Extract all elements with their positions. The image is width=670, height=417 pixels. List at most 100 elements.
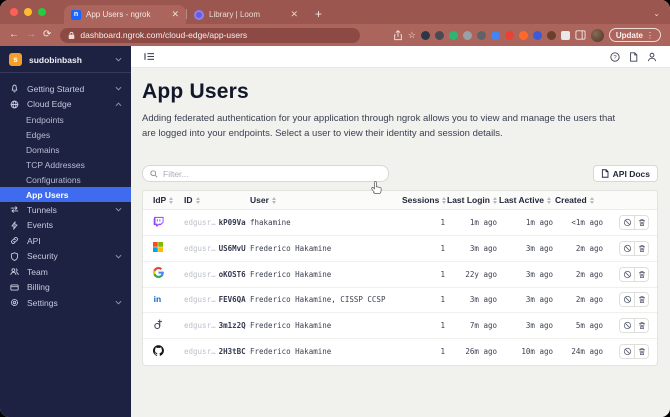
side-panel-icon[interactable] <box>575 30 586 40</box>
sidebar-item-team[interactable]: Team <box>0 264 131 280</box>
sort-icon[interactable] <box>547 196 552 204</box>
column-header-idp[interactable]: IdP <box>153 195 184 205</box>
tab-close-icon[interactable]: ✕ <box>171 10 179 19</box>
extension-icon[interactable] <box>560 30 570 40</box>
last-login-cell: 3m ago <box>469 295 497 305</box>
api-docs-button[interactable]: API Docs <box>592 165 658 183</box>
tab-app-users[interactable]: n App Users - ngrok ✕ <box>64 5 186 24</box>
user-icon[interactable] <box>647 52 657 62</box>
last-active-cell: 1m ago <box>525 218 553 228</box>
filter-input[interactable] <box>163 168 381 179</box>
tab-close-icon[interactable]: ✕ <box>290 10 298 19</box>
new-tab-button[interactable]: + <box>305 7 332 24</box>
extension-icon[interactable] <box>434 30 444 40</box>
sidebar-item-edges[interactable]: Edges <box>0 127 131 142</box>
id-suffix: FEV6QA <box>218 295 246 305</box>
bookmark-star-icon[interactable]: ☆ <box>408 30 416 40</box>
column-header-sessions[interactable]: Sessions <box>402 195 447 205</box>
sort-icon[interactable] <box>492 196 497 204</box>
tab-loom[interactable]: Library | Loom ✕ <box>187 5 305 24</box>
sidebar-item-security[interactable]: Security <box>0 249 131 265</box>
sort-icon[interactable] <box>169 196 174 204</box>
update-label: Update <box>615 30 643 40</box>
delete-user-button[interactable] <box>634 345 648 359</box>
extension-icon[interactable] <box>546 30 556 40</box>
extension-icon[interactable] <box>518 30 528 40</box>
last-active-cell: 3m ago <box>525 269 553 279</box>
sidebar-item-getting-started[interactable]: Getting Started <box>0 81 131 97</box>
extension-icon[interactable] <box>490 30 500 40</box>
extension-icon[interactable] <box>420 30 430 40</box>
sort-icon[interactable] <box>442 196 447 204</box>
reload-icon[interactable]: ⟳ <box>43 30 51 40</box>
sidebar-item-billing[interactable]: Billing <box>0 280 131 296</box>
sort-icon[interactable] <box>271 196 276 204</box>
sort-icon[interactable] <box>589 196 594 204</box>
sort-icon[interactable] <box>195 196 200 204</box>
block-user-button[interactable] <box>620 345 634 359</box>
delete-user-button[interactable] <box>634 241 648 255</box>
block-user-button[interactable] <box>620 216 634 230</box>
page-description: Adding federated authentication for your… <box>142 113 616 139</box>
user-id-cell: edgusr… 3m1z2Q <box>184 321 250 330</box>
document-icon <box>601 169 609 179</box>
column-header-user[interactable]: User <box>250 195 402 205</box>
close-window-button[interactable] <box>10 8 18 16</box>
column-header-last-login[interactable]: Last Login <box>447 195 499 205</box>
extension-icon[interactable] <box>532 30 542 40</box>
table-row[interactable]: edgusr… 3m1z2Q Frederico Hakamine 1 7m ago 3m… <box>143 313 657 339</box>
column-header-id[interactable]: ID <box>184 195 250 205</box>
minimize-window-button[interactable] <box>24 8 32 16</box>
support-icon[interactable]: ? <box>610 51 620 62</box>
extension-icon[interactable] <box>504 30 514 40</box>
extension-icon[interactable] <box>476 30 486 40</box>
delete-user-button[interactable] <box>634 216 648 230</box>
sidebar-item-cloud-edge[interactable]: Cloud Edge <box>0 97 131 113</box>
block-user-button[interactable] <box>620 267 634 281</box>
sidebar-item-events[interactable]: Events <box>0 218 131 234</box>
sidebar-item-tcp-addresses[interactable]: TCP Addresses <box>0 157 131 172</box>
column-label: IdP <box>153 195 167 206</box>
forward-icon[interactable]: → <box>26 30 36 40</box>
sidebar-item-settings[interactable]: Settings <box>0 295 131 311</box>
extension-icon[interactable] <box>448 30 458 40</box>
browser-menu-icon[interactable]: ⋮ <box>646 31 654 40</box>
sidebar-item-endpoints[interactable]: Endpoints <box>0 112 131 127</box>
sidebar-toggle-icon[interactable] <box>144 52 155 61</box>
column-header-last-active[interactable]: Last Active <box>499 195 555 205</box>
filter-box[interactable] <box>142 165 389 183</box>
ngrok-favicon: n <box>71 9 81 20</box>
account-switcher[interactable]: s sudobinbash <box>0 46 131 72</box>
block-user-button[interactable] <box>620 241 634 255</box>
sidebar-item-app-users[interactable]: App Users <box>0 187 131 202</box>
share-icon[interactable] <box>393 29 403 41</box>
back-icon[interactable]: ← <box>9 30 19 40</box>
block-user-button[interactable] <box>620 293 634 307</box>
last-login-cell: 1m ago <box>469 218 497 228</box>
table-row[interactable]: in edgusr… FEV6QA Frederico Hakamine, CISSP… <box>143 288 657 314</box>
sessions-cell: 1 <box>440 243 445 253</box>
table-row[interactable]: edgusr… kP09Va fhakamine 1 1m ago 1m ago <1m a… <box>143 210 657 237</box>
column-header-created[interactable]: Created <box>555 195 605 205</box>
sidebar-item-api[interactable]: API <box>0 233 131 249</box>
browser-profile-avatar[interactable] <box>590 28 604 42</box>
address-bar[interactable]: dashboard.ngrok.com/cloud-edge/app-users <box>60 27 361 43</box>
table-row[interactable]: edgusr… oKOST6 Frederico Hakamine 1 22y ago 3… <box>143 262 657 288</box>
extension-icon[interactable] <box>462 30 472 40</box>
sidebar-item-tunnels[interactable]: Tunnels <box>0 202 131 218</box>
delete-user-button[interactable] <box>634 267 648 281</box>
delete-user-button[interactable] <box>634 293 648 307</box>
update-button[interactable]: Update ⋮ <box>608 28 661 42</box>
block-user-button[interactable] <box>620 319 634 333</box>
zoom-window-button[interactable] <box>38 8 46 16</box>
tab-search-chevron-icon[interactable]: ⌄ <box>653 9 670 24</box>
table-row[interactable]: edgusr… US6MvU Frederico Hakamine 1 3m ago 3m… <box>143 236 657 262</box>
api-docs-label: API Docs <box>612 168 650 179</box>
table-row[interactable]: edgusr… 2H3tBC Frederico Hakamine 1 26m ago 1… <box>143 339 657 365</box>
docs-icon[interactable] <box>629 51 638 62</box>
sessions-cell: 1 <box>440 347 445 357</box>
main-topbar: ? <box>131 46 670 68</box>
delete-user-button[interactable] <box>634 319 648 333</box>
sidebar-item-domains[interactable]: Domains <box>0 142 131 157</box>
sidebar-item-configurations[interactable]: Configurations <box>0 172 131 187</box>
